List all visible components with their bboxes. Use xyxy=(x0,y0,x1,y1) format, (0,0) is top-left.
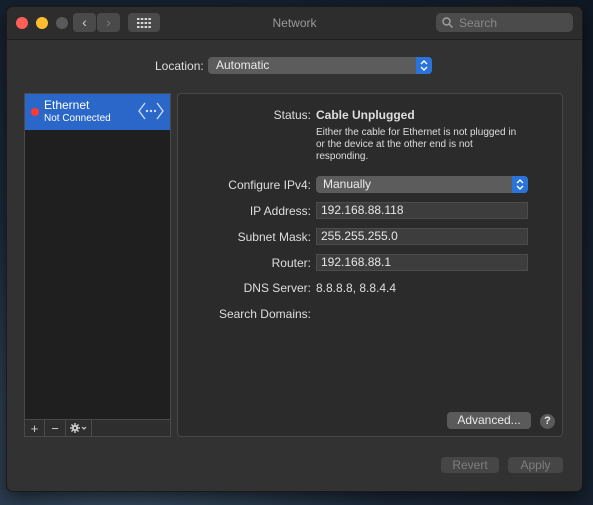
subnet-mask-label: Subnet Mask: xyxy=(237,230,311,244)
search-input[interactable] xyxy=(457,14,571,31)
status-description-line: or the device at the other end is not xyxy=(316,139,473,150)
service-detail-panel: Status: Cable Unplugged Either the cable… xyxy=(177,93,563,437)
remove-service-button[interactable]: − xyxy=(45,420,66,436)
configure-ipv4-select[interactable]: Manually xyxy=(316,176,528,193)
location-value: Automatic xyxy=(216,58,270,72)
search-domains-label: Search Domains: xyxy=(218,307,311,321)
configure-ipv4-value: Manually xyxy=(323,177,372,191)
ethernet-arrows-icon xyxy=(138,102,164,120)
service-status: Not Connected xyxy=(44,113,111,124)
dns-server-label: DNS Server: xyxy=(243,281,311,295)
ip-address-label: IP Address: xyxy=(249,204,311,218)
status-description-line: Either the cable for Ethernet is not plu… xyxy=(316,127,517,138)
location-stepper[interactable] xyxy=(416,57,432,74)
help-button[interactable]: ? xyxy=(540,414,555,429)
status-dot xyxy=(31,108,39,116)
dns-server-value: 8.8.8.8, 8.8.4.4 xyxy=(316,281,397,295)
search-field[interactable] xyxy=(436,13,573,32)
apply-button[interactable]: Apply xyxy=(508,457,563,473)
service-list: Ethernet Not Connected + − xyxy=(24,93,171,437)
configure-ipv4-label: Configure IPv4: xyxy=(228,178,311,192)
status-value: Cable Unplugged xyxy=(316,108,415,122)
service-toolbar: + − xyxy=(25,419,170,436)
location-select[interactable]: Automatic xyxy=(208,57,432,74)
service-name: Ethernet xyxy=(44,98,90,112)
advanced-button[interactable]: Advanced... xyxy=(447,412,531,429)
subnet-mask-field[interactable]: 255.255.255.0 xyxy=(316,228,528,245)
router-label: Router: xyxy=(271,256,311,270)
chevron-updown-icon xyxy=(420,60,428,71)
location-label: Location: xyxy=(155,59,204,73)
status-label: Status: xyxy=(273,108,311,122)
revert-button[interactable]: Revert xyxy=(441,457,499,473)
router-field[interactable]: 192.168.88.1 xyxy=(316,254,528,271)
configure-ipv4-stepper[interactable] xyxy=(512,176,528,193)
add-service-button[interactable]: + xyxy=(25,420,45,436)
action-menu-button[interactable] xyxy=(66,420,92,436)
status-description: Either the cable for Ethernet is not plu… xyxy=(316,127,516,163)
chevron-updown-icon xyxy=(516,179,524,190)
service-item-ethernet[interactable]: Ethernet Not Connected xyxy=(25,94,170,130)
search-icon xyxy=(442,17,453,28)
network-preferences-window: ‹ › Network Location: Automatic xyxy=(7,7,582,491)
ip-address-field[interactable]: 192.168.88.118 xyxy=(316,202,528,219)
status-description-line: responding. xyxy=(316,151,369,162)
title-bar: ‹ › Network xyxy=(7,7,582,40)
gear-icon xyxy=(69,423,86,433)
